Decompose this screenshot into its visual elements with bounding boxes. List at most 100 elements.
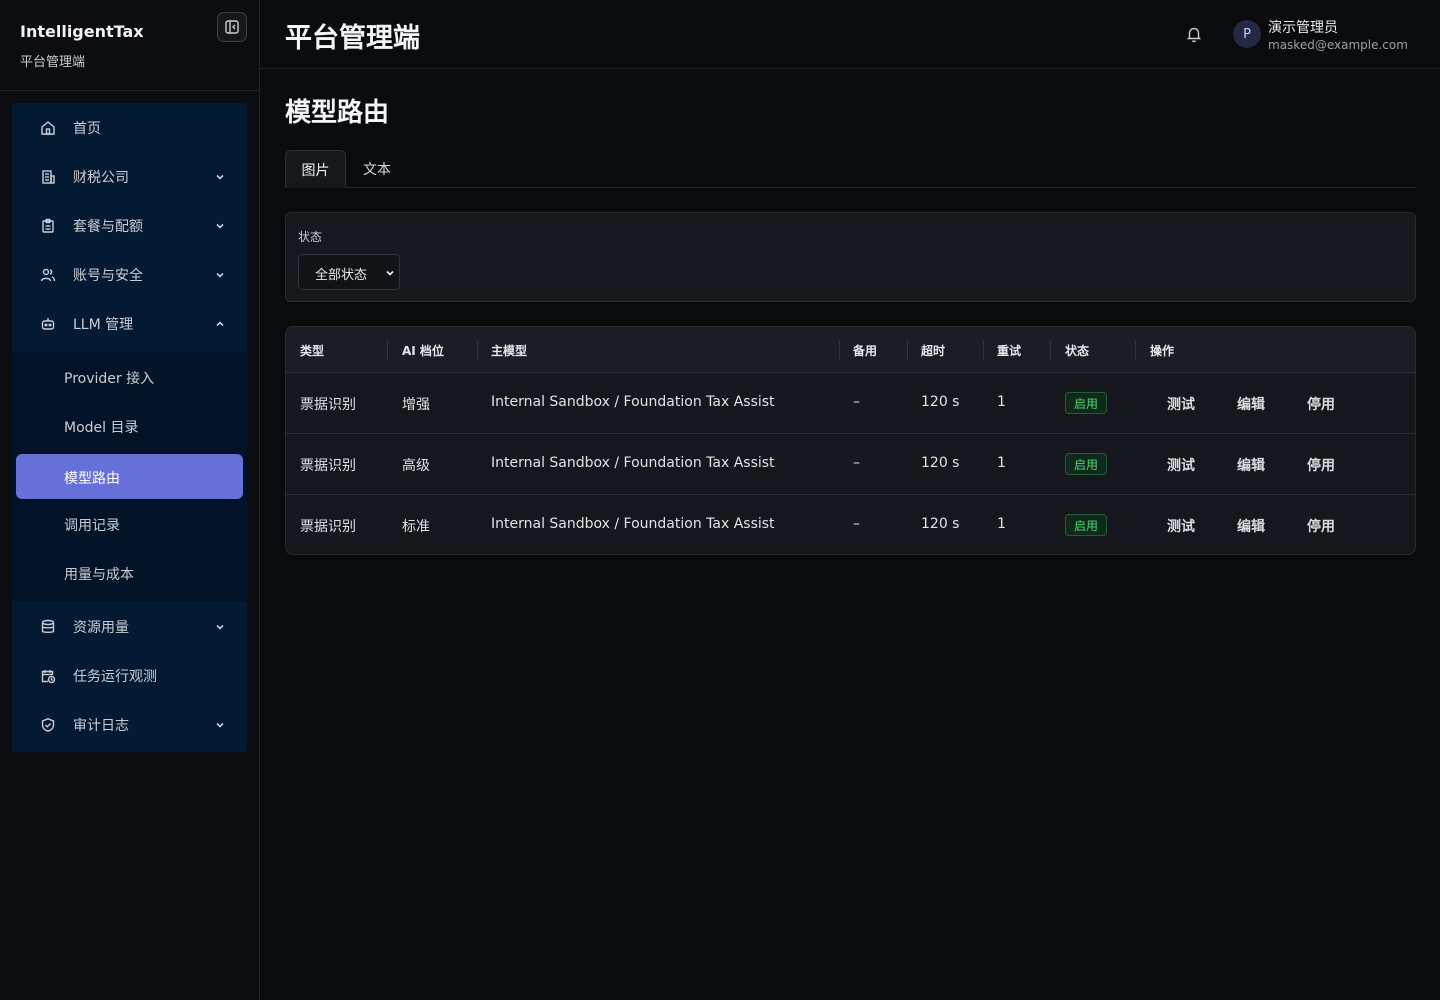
column-header: 重试 <box>997 344 1022 358</box>
avatar[interactable]: P <box>1233 20 1261 48</box>
bot-icon <box>41 318 55 330</box>
page-title: 模型路由 <box>285 98 390 128</box>
cell-retry: 1 <box>997 516 1006 532</box>
table-header: 类型 AI 档位 主模型 备用 超时 重试 状态 操作 <box>286 327 1415 373</box>
edit-button[interactable]: 编辑 <box>1237 455 1265 475</box>
bell-icon[interactable] <box>1185 25 1203 43</box>
column-divider <box>983 340 984 360</box>
cell-fallback: – <box>853 394 860 410</box>
cell-tier: 增强 <box>402 397 430 413</box>
cell-type: 票据识别 <box>300 397 356 413</box>
shield-check-icon <box>41 718 55 732</box>
column-header: 备用 <box>853 344 878 358</box>
user-name: 演示管理员 <box>1268 20 1338 36</box>
top-header: 平台管理端 P 演示管理员 masked@example.com <box>260 0 1440 69</box>
cell-type: 票据识别 <box>300 458 356 474</box>
brand-title: IntelligentTax <box>20 22 144 41</box>
sidebar-subitem-model-routing[interactable]: 模型路由 <box>16 454 243 499</box>
sidebar-item-label: LLM 管理 <box>73 317 134 333</box>
column-header: 操作 <box>1150 344 1175 358</box>
chevron-down-icon <box>386 270 394 276</box>
sidebar-item-task-observability[interactable]: 任务运行观测 <box>12 651 247 700</box>
status-filter-value: 全部状态 <box>315 268 368 283</box>
cell-model: Internal Sandbox / Foundation Tax Assist <box>491 394 775 410</box>
chevron-down-icon <box>216 174 224 180</box>
chevron-down-icon <box>216 624 224 630</box>
column-header: 类型 <box>300 344 325 358</box>
sidebar-item-label: 审计日志 <box>73 718 129 734</box>
clipboard-icon <box>42 218 54 233</box>
chevron-down-icon <box>216 722 224 728</box>
edit-button[interactable]: 编辑 <box>1237 394 1265 414</box>
cell-model: Internal Sandbox / Foundation Tax Assist <box>491 516 775 532</box>
table-row: 票据识别 标准 Internal Sandbox / Foundation Ta… <box>286 495 1415 554</box>
edit-button[interactable]: 编辑 <box>1237 516 1265 536</box>
column-divider <box>839 340 840 360</box>
sidebar-subitem-label: 用量与成本 <box>64 567 134 583</box>
cell-fallback: – <box>853 455 860 471</box>
sidebar-item-label: 套餐与配额 <box>73 219 143 235</box>
status-badge: 启用 <box>1065 392 1107 414</box>
sidebar-subitem-model-catalog[interactable]: Model 目录 <box>16 403 243 448</box>
cell-retry: 1 <box>997 455 1006 471</box>
column-divider <box>907 340 908 360</box>
test-button[interactable]: 测试 <box>1167 516 1195 536</box>
sidebar-item-label: 任务运行观测 <box>73 669 157 685</box>
cell-model: Internal Sandbox / Foundation Tax Assist <box>491 455 775 471</box>
home-icon <box>41 121 55 135</box>
sidebar-item-label: 账号与安全 <box>73 268 143 284</box>
status-badge: 启用 <box>1065 453 1107 475</box>
cell-type: 票据识别 <box>300 519 356 535</box>
table-row: 票据识别 高级 Internal Sandbox / Foundation Ta… <box>286 434 1415 495</box>
brand-subtitle: 平台管理端 <box>20 55 86 70</box>
user-email: masked@example.com <box>1268 38 1408 52</box>
collapse-sidebar-button[interactable] <box>217 12 247 42</box>
cell-tier: 高级 <box>402 458 430 474</box>
sidebar-item-resource-usage[interactable]: 资源用量 <box>12 602 247 651</box>
test-button[interactable]: 测试 <box>1167 455 1195 475</box>
sidebar-subitem-call-logs[interactable]: 调用记录 <box>16 501 243 546</box>
sidebar-item-llm-management[interactable]: LLM 管理 <box>12 299 247 348</box>
sidebar-item-audit-logs[interactable]: 审计日志 <box>12 700 247 749</box>
status-badge: 启用 <box>1065 514 1107 536</box>
cell-timeout: 120 s <box>921 394 960 410</box>
column-divider <box>1050 340 1051 360</box>
sidebar-item-label: 首页 <box>73 121 101 137</box>
column-header: 状态 <box>1065 344 1090 358</box>
column-divider <box>1135 340 1136 360</box>
sidebar-item-tax-companies[interactable]: 财税公司 <box>12 152 247 201</box>
sidebar: IntelligentTax 平台管理端 首页 财税公司 套餐与配额 账号与安全 <box>0 0 260 1000</box>
sidebar-item-home[interactable]: 首页 <box>12 103 247 152</box>
building-icon <box>42 170 55 184</box>
brand-header: IntelligentTax 平台管理端 <box>0 0 259 91</box>
cell-timeout: 120 s <box>921 455 960 471</box>
sidebar-item-accounts-security[interactable]: 账号与安全 <box>12 250 247 299</box>
chevron-down-icon <box>216 223 224 229</box>
column-header: 主模型 <box>491 344 528 358</box>
sidebar-subitem-usage-cost[interactable]: 用量与成本 <box>16 550 243 595</box>
test-button[interactable]: 测试 <box>1167 394 1195 414</box>
sidebar-subitem-label: 模型路由 <box>64 471 120 487</box>
disable-button[interactable]: 停用 <box>1307 394 1335 414</box>
tab-images[interactable]: 图片 <box>285 150 346 188</box>
disable-button[interactable]: 停用 <box>1307 516 1335 536</box>
sidebar-item-label: 财税公司 <box>73 170 129 186</box>
sidebar-subitem-provider[interactable]: Provider 接入 <box>16 354 243 399</box>
status-filter-label: 状态 <box>298 230 323 244</box>
status-filter-select[interactable]: 全部状态 <box>298 254 400 290</box>
cell-tier: 标准 <box>402 519 430 535</box>
calendar-clock-icon <box>41 670 56 684</box>
cell-fallback: – <box>853 516 860 532</box>
header-title: 平台管理端 <box>285 23 420 54</box>
column-divider <box>477 340 478 360</box>
panel-left-icon <box>225 20 239 34</box>
chevron-down-icon <box>216 272 224 278</box>
table-row: 票据识别 增强 Internal Sandbox / Foundation Ta… <box>286 373 1415 434</box>
disable-button[interactable]: 停用 <box>1307 455 1335 475</box>
tab-text[interactable]: 文本 <box>347 150 407 188</box>
llm-submenu: Provider 接入 Model 目录 模型路由 调用记录 用量与成本 <box>12 352 247 601</box>
routing-table: 类型 AI 档位 主模型 备用 超时 重试 状态 操作 票据识别 增强 Inte… <box>285 326 1416 555</box>
sidebar-subitem-label: Provider 接入 <box>64 371 155 387</box>
sidebar-item-plans-quota[interactable]: 套餐与配额 <box>12 201 247 250</box>
column-header: 超时 <box>921 344 946 358</box>
